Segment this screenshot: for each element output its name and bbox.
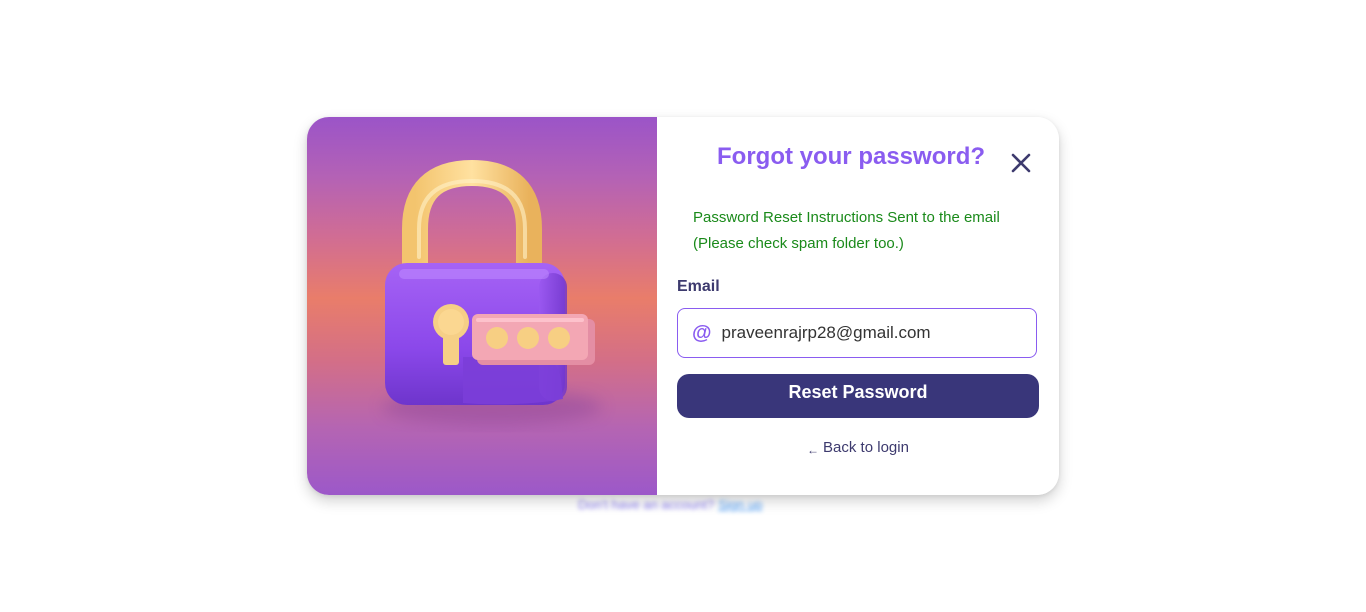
arrow-left-icon: ← xyxy=(807,443,820,457)
padlock-illustration-panel xyxy=(307,117,657,495)
forgot-password-modal: Forgot your password? Password Reset Ins… xyxy=(307,117,1059,495)
modal-title: Forgot your password? xyxy=(717,143,986,170)
signup-prompt-text: Don't have an account? xyxy=(578,497,715,512)
reset-password-button[interactable]: Reset Password xyxy=(677,374,1039,418)
reset-form: Forgot your password? Password Reset Ins… xyxy=(657,117,1059,495)
success-message-line-1: Password Reset Instructions Sent to the … xyxy=(693,209,1000,226)
success-message: Password Reset Instructions Sent to the … xyxy=(693,205,1043,257)
page: Don't have an account? Sign up Forgot yo… xyxy=(0,0,1366,612)
signup-link[interactable]: Sign up xyxy=(718,497,762,512)
at-icon: @ xyxy=(692,322,712,344)
success-message-line-2: (Please check spam folder too.) xyxy=(693,235,904,252)
email-label: Email xyxy=(677,278,720,295)
background-signup-prompt: Don't have an account? Sign up xyxy=(578,497,762,512)
padlock-illustration xyxy=(382,159,602,425)
back-to-login-link[interactable]: ← Back to login xyxy=(657,439,1059,457)
close-button[interactable] xyxy=(1007,149,1035,177)
email-field[interactable] xyxy=(721,323,1022,343)
email-field-wrapper: @ xyxy=(677,308,1037,358)
back-to-login-label: Back to login xyxy=(823,439,909,456)
close-icon xyxy=(1011,153,1031,173)
